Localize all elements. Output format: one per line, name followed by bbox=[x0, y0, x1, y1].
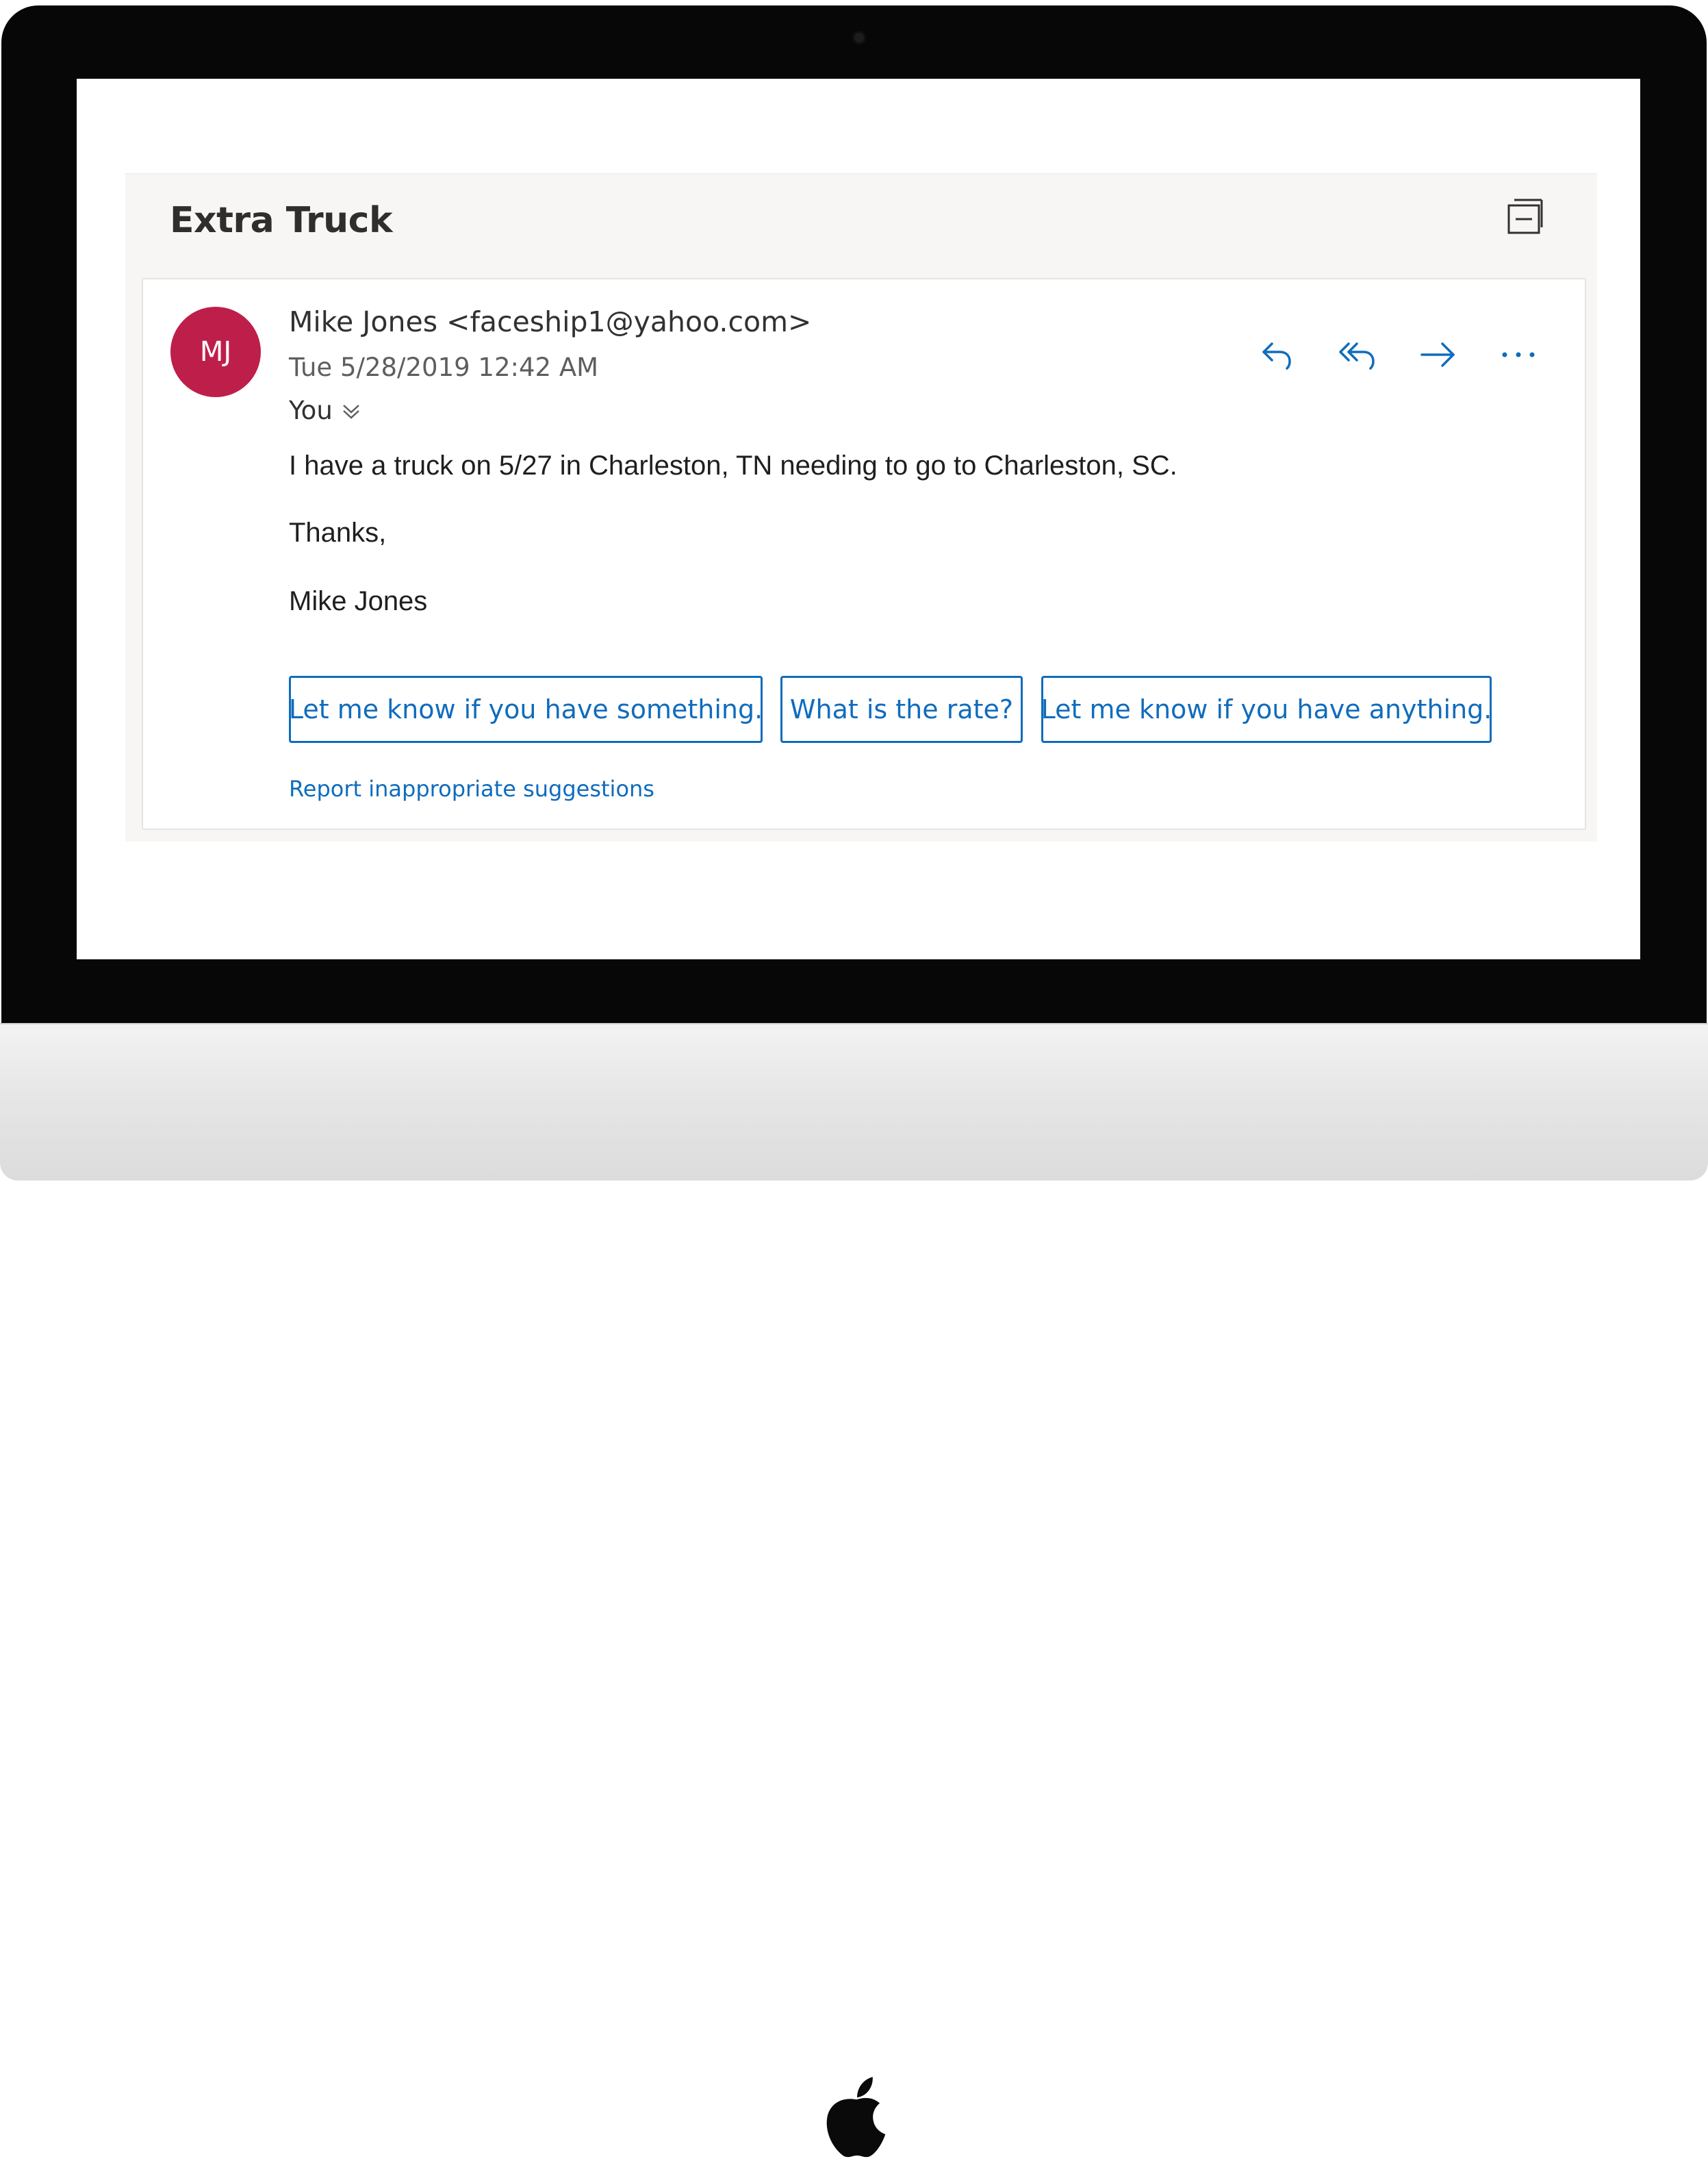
monitor-chin bbox=[0, 1023, 1708, 2158]
screen: Extra Truck MJ Mike Jones <faceship1@yah… bbox=[77, 79, 1640, 959]
recipients-toggle[interactable]: You bbox=[289, 396, 361, 425]
body-line: Thanks, bbox=[289, 518, 387, 548]
chevron-down-icon bbox=[342, 404, 359, 419]
message-card: MJ Mike Jones <faceship1@yahoo.com> Tue … bbox=[142, 278, 1586, 830]
report-suggestions-link[interactable]: Report inappropriate suggestions bbox=[289, 776, 654, 802]
suggested-reply-button[interactable]: What is the rate? bbox=[780, 676, 1023, 743]
email-subject: Extra Truck bbox=[170, 200, 393, 241]
signature: Mike Jones bbox=[289, 586, 428, 616]
more-actions-icon[interactable] bbox=[1492, 329, 1544, 381]
message-timestamp: Tue 5/28/2019 12:42 AM bbox=[289, 353, 599, 382]
suggested-reply-button[interactable]: Let me know if you have something. bbox=[289, 676, 763, 743]
avatar[interactable]: MJ bbox=[170, 307, 261, 397]
collapse-icon[interactable] bbox=[1505, 196, 1546, 237]
forward-icon[interactable] bbox=[1412, 329, 1464, 381]
reply-icon[interactable] bbox=[1251, 329, 1303, 381]
reply-all-icon[interactable] bbox=[1332, 329, 1384, 381]
apple-logo-icon bbox=[826, 2077, 886, 2158]
recipients-label: You bbox=[289, 396, 333, 425]
body-line: I have a truck on 5/27 in Charleston, TN… bbox=[289, 451, 1177, 481]
sender-name[interactable]: Mike Jones <faceship1@yahoo.com> bbox=[289, 305, 811, 338]
reading-pane: Extra Truck MJ Mike Jones <faceship1@yah… bbox=[125, 173, 1597, 842]
suggested-reply-button[interactable]: Let me know if you have anything. bbox=[1041, 676, 1492, 743]
camera bbox=[854, 33, 864, 42]
